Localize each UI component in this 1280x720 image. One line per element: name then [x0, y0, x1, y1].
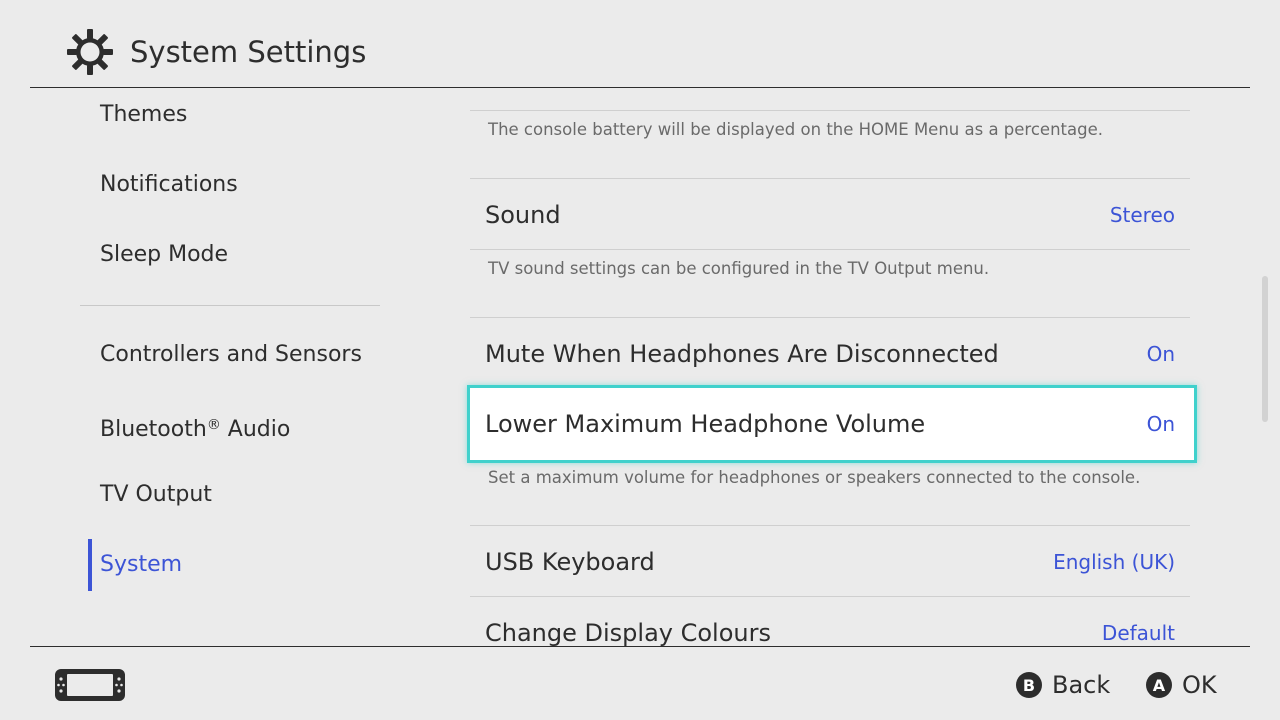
header: System Settings	[0, 0, 1280, 88]
back-button[interactable]: B Back	[1016, 665, 1110, 705]
sidebar-item-label: System	[100, 552, 183, 577]
setting-value: Default	[1101, 621, 1175, 645]
sidebar-item-system[interactable]: System	[100, 535, 182, 595]
sound-description: TV sound settings can be configured in t…	[488, 259, 990, 278]
sidebar-item-notifications[interactable]: Notifications	[100, 155, 238, 215]
divider	[470, 110, 1190, 111]
back-label: Back	[1052, 671, 1111, 699]
divider	[470, 596, 1190, 597]
lower-volume-description: Set a maximum volume for headphones or s…	[488, 468, 1141, 487]
a-button-icon: A	[1146, 672, 1172, 698]
settings-list: The console battery will be displayed on…	[410, 88, 1280, 646]
sidebar-item-tv-output[interactable]: TV Output	[100, 465, 212, 525]
sidebar-item-label: TV Output	[100, 482, 212, 507]
sidebar-item-sleep-mode[interactable]: Sleep Mode	[100, 225, 228, 285]
footer-divider	[30, 646, 1250, 647]
sidebar-item-label: Themes	[100, 102, 188, 127]
ok-button[interactable]: A OK	[1146, 665, 1217, 705]
sidebar-item-bluetooth-audio[interactable]: Bluetooth® Audio	[100, 395, 290, 455]
setting-value: On	[1146, 412, 1175, 436]
sidebar-item-label: Bluetooth	[100, 417, 207, 442]
sidebar-item-label: Controllers and Sensors	[100, 342, 362, 367]
sidebar-item-controllers-and-sensors[interactable]: Controllers and Sensors	[100, 325, 362, 385]
sidebar-item-themes[interactable]: Themes	[100, 88, 187, 145]
setting-value: On	[1146, 342, 1175, 366]
scrollbar[interactable]	[1262, 276, 1268, 422]
page-title: System Settings	[130, 35, 367, 69]
setting-mute-when-headphones-disconnected[interactable]: Mute When Headphones Are Disconnected On	[470, 319, 1190, 389]
sidebar-divider	[80, 305, 380, 306]
battery-description: The console battery will be displayed on…	[488, 120, 1103, 139]
divider	[470, 178, 1190, 179]
divider	[470, 249, 1190, 250]
setting-change-display-colours[interactable]: Change Display Colours Default	[470, 598, 1190, 646]
setting-label: Lower Maximum Headphone Volume	[485, 410, 926, 438]
setting-lower-maximum-headphone-volume[interactable]: Lower Maximum Headphone Volume On	[470, 389, 1190, 459]
sidebar-item-label-suffix: Audio	[220, 417, 291, 442]
setting-usb-keyboard[interactable]: USB Keyboard English (UK)	[470, 527, 1190, 597]
setting-label: Change Display Colours	[485, 619, 771, 646]
setting-label: Mute When Headphones Are Disconnected	[485, 340, 999, 368]
divider	[470, 525, 1190, 526]
ok-label: OK	[1182, 671, 1217, 699]
setting-value: Stereo	[1109, 203, 1175, 227]
divider	[470, 317, 1190, 318]
registered-trademark: ®	[206, 417, 221, 433]
gear-icon	[67, 29, 113, 75]
setting-label: Sound	[485, 201, 561, 229]
sidebar: Themes Notifications Sleep Mode Controll…	[30, 88, 410, 646]
b-button-icon: B	[1016, 672, 1042, 698]
system-settings-screen: System Settings Themes Notifications Sle…	[0, 0, 1280, 720]
setting-sound[interactable]: Sound Stereo	[470, 180, 1190, 250]
handheld-console-icon	[55, 669, 125, 701]
sidebar-item-label: Sleep Mode	[100, 242, 229, 267]
sidebar-item-label: Notifications	[100, 172, 238, 197]
setting-label: USB Keyboard	[485, 548, 655, 576]
active-item-indicator	[88, 539, 92, 591]
setting-value: English (UK)	[1053, 550, 1175, 574]
